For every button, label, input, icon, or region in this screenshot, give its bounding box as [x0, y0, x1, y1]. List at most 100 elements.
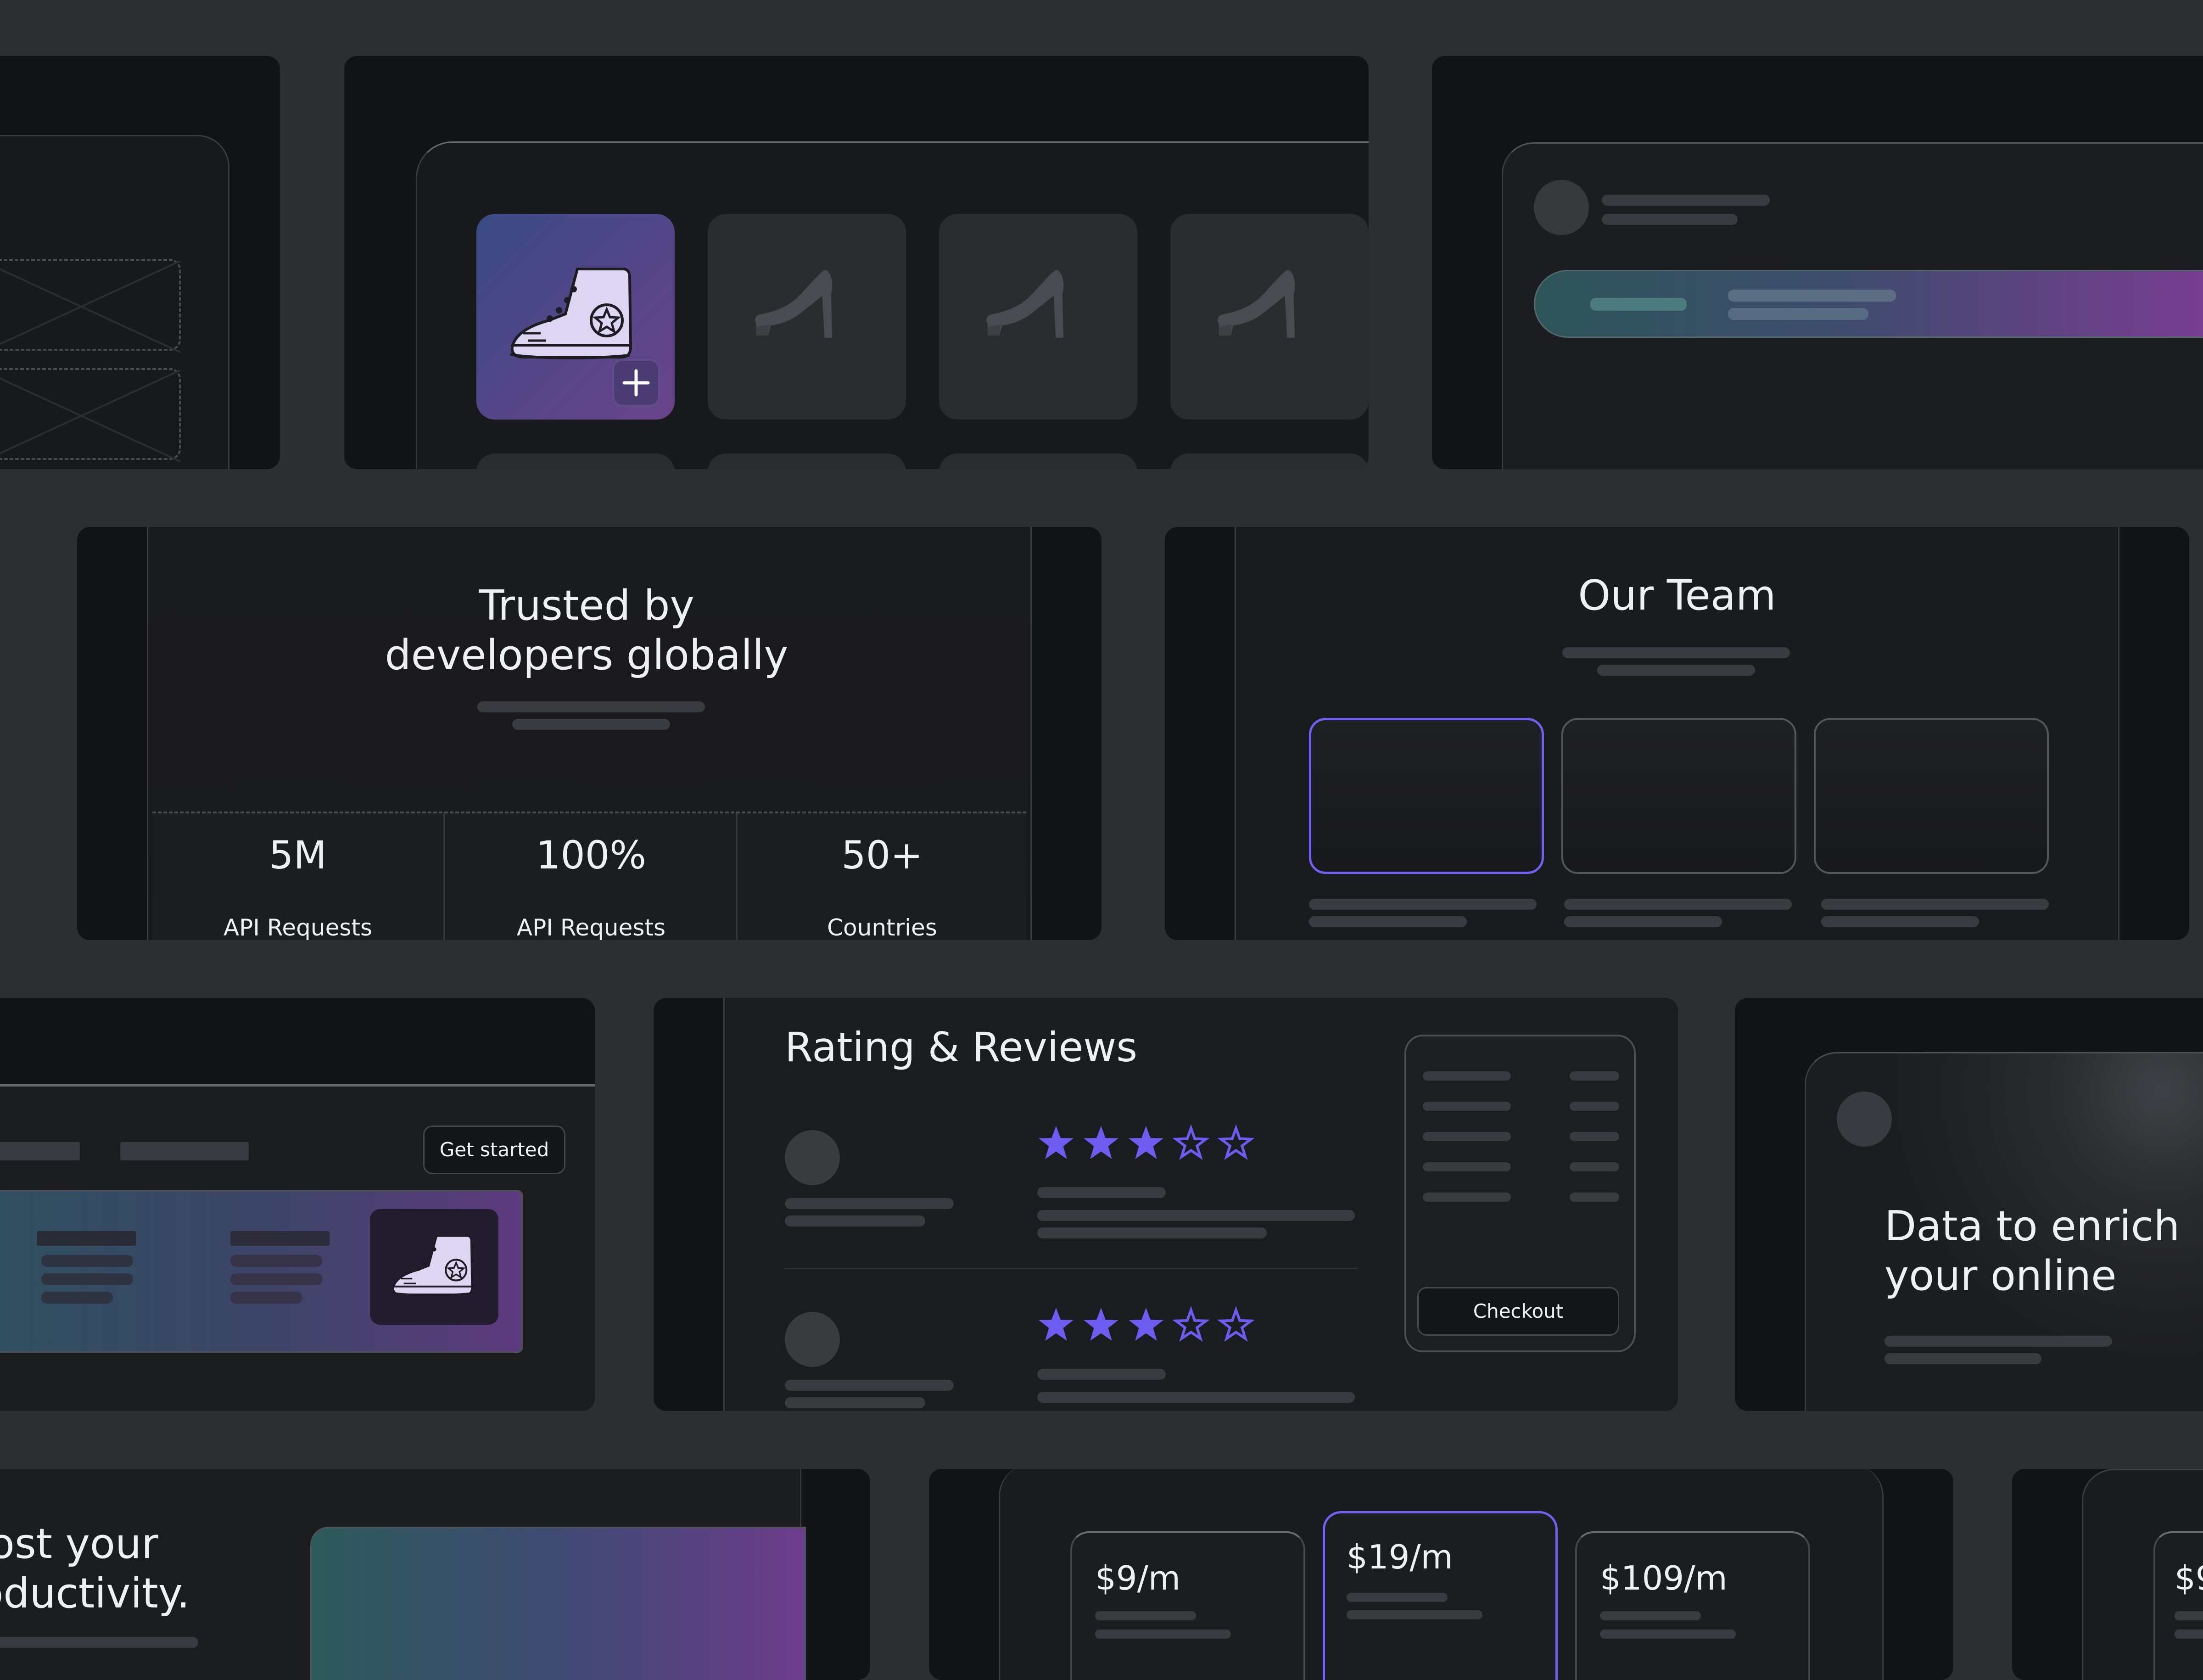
plan-feature-placeholder [1347, 1593, 1448, 1602]
product-thumbnail[interactable] [370, 1209, 498, 1325]
product-tile[interactable] [476, 454, 675, 469]
subtitle-placeholder [0, 1637, 198, 1648]
stats-card: Trusted by developers globally 5M API Re… [77, 527, 1102, 940]
checkout-button[interactable]: Checkout [1417, 1287, 1619, 1336]
high-heel-icon [983, 260, 1093, 352]
hero-headline: Data to enrich your online business [1884, 1202, 2180, 1305]
stat-label: API Requests [223, 914, 373, 940]
star-rating[interactable] [1037, 1305, 1258, 1347]
pricing-card: $9/m $19/m $109/m [929, 1469, 1953, 1680]
product-tile[interactable] [1170, 454, 1369, 469]
productivity-headline: Boost your productivity. [0, 1520, 190, 1618]
nav-link-placeholder[interactable] [0, 1142, 80, 1160]
star-outline-icon [1172, 1124, 1210, 1161]
plan-feature-placeholder [1347, 1610, 1482, 1619]
team-title: Our Team [1578, 571, 1776, 620]
plan-feature-placeholder [1095, 1611, 1196, 1620]
star-outline-icon [1217, 1124, 1255, 1161]
stats-title: Trusted by developers globally [385, 582, 788, 679]
product-tile[interactable] [708, 454, 906, 469]
member-role-placeholder [1309, 916, 1467, 927]
team-member-card[interactable] [1814, 718, 2049, 874]
plan-price: $9/m [1095, 1559, 1181, 1597]
subtitle-placeholder [1562, 647, 1790, 658]
cart-summary: Checkout [1404, 1035, 1636, 1352]
star-icon [1037, 1124, 1075, 1161]
product-tile[interactable] [708, 214, 906, 420]
team-card: Our Team [1165, 527, 2189, 940]
pricing-plan[interactable] [2153, 1531, 2203, 1680]
review-text-placeholder [1037, 1227, 1267, 1238]
plan-feature-placeholder [1600, 1611, 1701, 1620]
high-heel-icon [1214, 260, 1325, 352]
reviewer-meta-placeholder [785, 1397, 925, 1408]
member-name-placeholder [1309, 899, 1537, 910]
avatar [1534, 180, 1589, 235]
team-member-card[interactable] [1561, 718, 1796, 874]
nav-link-placeholder[interactable] [120, 1142, 249, 1160]
subtitle-placeholder [1597, 665, 1755, 676]
pricing-plan[interactable] [1575, 1531, 1810, 1680]
gradient-preview [310, 1527, 806, 1680]
star-rating[interactable] [1037, 1124, 1258, 1165]
subtitle-placeholder [1884, 1336, 2112, 1347]
subtitle-placeholder [512, 719, 670, 730]
sneaker-icon [505, 264, 643, 365]
review-text-placeholder [1037, 1369, 1166, 1380]
review-text-placeholder [1037, 1392, 1355, 1403]
plan-feature-placeholder [1095, 1630, 1231, 1639]
star-icon [1082, 1305, 1120, 1343]
reviewer-meta-placeholder [785, 1215, 925, 1226]
plus-icon[interactable] [612, 359, 660, 407]
member-role-placeholder [1821, 916, 1979, 927]
product-tile[interactable] [939, 214, 1137, 420]
review-text-placeholder [1037, 1187, 1166, 1198]
form-input-placeholder[interactable] [0, 259, 181, 353]
avatar [1837, 1092, 1892, 1147]
stat-value: 100% [536, 833, 647, 878]
pricing-card-partial: $9/m [2012, 1469, 2203, 1680]
member-role-placeholder [1564, 916, 1722, 927]
star-icon [1127, 1305, 1165, 1343]
member-name-placeholder [1821, 899, 2049, 910]
sneaker-icon [388, 1233, 480, 1300]
high-heel-icon [752, 260, 862, 352]
plan-feature-placeholder [2175, 1611, 2203, 1620]
reviews-card: Rating & Reviews Checkout [654, 998, 1678, 1411]
name-placeholder [1602, 195, 1770, 206]
stat-value: 5M [269, 833, 327, 878]
productivity-card: Boost your productivity. [0, 1469, 870, 1680]
plan-feature-placeholder [1600, 1630, 1736, 1639]
reviewer-avatar [785, 1312, 840, 1367]
form-preview-card [0, 56, 280, 469]
page: { "stats": { "title": "Trusted by develo… [0, 0, 2203, 1680]
pricing-plan[interactable] [1070, 1531, 1305, 1680]
gradient-bar [1534, 270, 2203, 338]
product-tile-selected[interactable] [476, 214, 675, 420]
product-tile[interactable] [1170, 214, 1369, 420]
product-tile[interactable] [939, 454, 1137, 469]
profile-card [1432, 56, 2203, 469]
stat-label: Countries [827, 914, 937, 940]
subtitle-placeholder [1884, 1353, 2041, 1364]
plan-feature-placeholder [2175, 1630, 2203, 1639]
star-outline-icon [1217, 1305, 1255, 1343]
stat-label: API Requests [516, 914, 666, 940]
get-started-button[interactable]: Get started [423, 1126, 565, 1174]
team-member-card-selected[interactable] [1309, 718, 1544, 874]
reviews-title: Rating & Reviews [785, 1024, 1138, 1071]
plan-price: $109/m [1600, 1559, 1728, 1597]
product-picker-card [344, 56, 1369, 469]
gradient-banner [0, 1190, 523, 1353]
member-name-placeholder [1564, 899, 1792, 910]
star-icon [1082, 1124, 1120, 1161]
reviewer-name-placeholder [785, 1198, 954, 1209]
plan-price: $9/m [2175, 1559, 2203, 1597]
star-outline-icon [1172, 1305, 1210, 1343]
form-input-placeholder[interactable] [0, 368, 181, 462]
review-text-placeholder [1037, 1210, 1355, 1221]
subtitle-placeholder [1602, 214, 1738, 225]
subtitle-placeholder [477, 701, 705, 712]
review-divider [785, 1268, 1358, 1269]
landing-card: Get started [0, 998, 595, 1411]
